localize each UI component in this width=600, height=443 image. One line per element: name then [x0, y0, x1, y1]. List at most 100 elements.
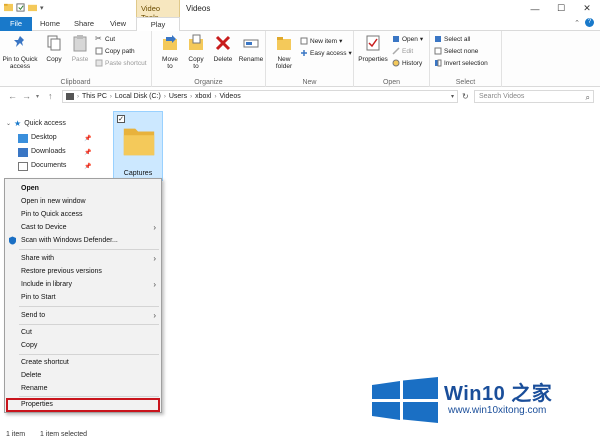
menu-item-restore-versions[interactable]: Restore previous versions — [5, 265, 161, 278]
forward-arrow-icon[interactable]: → — [22, 91, 31, 101]
delete-x-icon — [215, 35, 231, 51]
rename-icon — [243, 39, 259, 48]
breadcrumb-separator-icon: › — [190, 93, 193, 100]
folder-icon — [123, 128, 155, 156]
invert-selection-button[interactable]: Invert selection — [434, 59, 488, 67]
history-label: History — [402, 59, 423, 67]
paste-button[interactable]: Paste — [68, 34, 92, 63]
address-dropdown-icon[interactable]: ▾ — [451, 93, 454, 100]
tab-play[interactable]: Play — [136, 17, 180, 31]
maximize-button[interactable]: ☐ — [548, 0, 574, 17]
new-folder-button[interactable]: New folder — [270, 34, 298, 70]
breadcrumb-separator-icon: › — [109, 93, 112, 100]
delete-button[interactable]: Delete — [210, 34, 236, 63]
share-with-label: Share with — [21, 255, 55, 262]
breadcrumb-user[interactable]: xboxl — [195, 93, 211, 100]
breadcrumb-this-pc[interactable]: This PC — [82, 93, 107, 100]
status-bar: 1 item 1 item selected — [0, 428, 600, 443]
search-icon: ⌕ — [585, 93, 590, 102]
folder-item-captures[interactable]: ✓ Captures — [113, 111, 163, 181]
window-title: Videos — [186, 4, 211, 13]
breadcrumb-local-disk[interactable]: Local Disk (C:) — [115, 93, 161, 100]
sidebar-item-quick-access[interactable]: ⌄ ★ Quick access — [6, 118, 66, 130]
desktop-label: Desktop — [31, 134, 57, 141]
new-item-icon — [300, 37, 308, 45]
select-none-button[interactable]: Select none — [434, 47, 478, 55]
tab-file[interactable]: File — [0, 17, 32, 31]
back-arrow-icon[interactable]: ← — [8, 91, 17, 101]
pin-icon: 📌 — [84, 164, 92, 170]
breadcrumb-videos[interactable]: Videos — [219, 93, 240, 100]
minimize-button[interactable]: — — [522, 0, 548, 17]
history-button[interactable]: History — [392, 59, 422, 67]
sidebar-item-documents[interactable]: Documents — [18, 160, 66, 172]
breadcrumb-separator-icon: › — [77, 93, 79, 100]
menu-item-pin-quick-access[interactable]: Pin to Quick access — [5, 208, 161, 221]
clipboard-group: Pin to Quick access Copy Paste ✂ Cut Cop… — [0, 31, 152, 87]
menu-item-scan-defender[interactable]: Scan with Windows Defender... — [5, 234, 161, 247]
pin-icon: 📌 — [84, 136, 92, 142]
menu-item-properties[interactable]: Properties — [6, 398, 160, 412]
copy-to-button[interactable]: Copy to — [184, 34, 208, 70]
menu-item-share-with[interactable]: Share with › — [5, 252, 161, 265]
submenu-arrow-icon: › — [153, 223, 156, 232]
shield-icon — [9, 236, 16, 245]
menu-item-cut[interactable]: Cut — [5, 326, 161, 339]
search-input[interactable]: Search Videos ⌕ — [474, 90, 594, 103]
close-button[interactable]: ✕ — [574, 0, 600, 17]
select-all-button[interactable]: Select all — [434, 35, 470, 43]
easy-access-button[interactable]: Easy access ▾ — [300, 49, 352, 57]
menu-item-create-shortcut[interactable]: Create shortcut — [5, 356, 161, 369]
move-to-label-2: to — [167, 63, 173, 70]
properties-qa-icon[interactable] — [16, 3, 25, 12]
copy-button[interactable]: Copy — [42, 34, 66, 63]
new-folder-qa-icon[interactable] — [28, 3, 37, 12]
new-item-button[interactable]: New item ▾ — [300, 37, 342, 45]
menu-item-send-to[interactable]: Send to › — [5, 309, 161, 322]
menu-item-pin-start[interactable]: Pin to Start — [5, 291, 161, 304]
new-item-dropdown-icon: ▾ — [339, 38, 343, 45]
paste-shortcut-label: Paste shortcut — [105, 59, 147, 67]
menu-item-rename[interactable]: Rename — [5, 382, 161, 395]
copy-to-label-2: to — [193, 63, 199, 70]
new-group: New folder New item ▾ Easy access ▾ New — [266, 31, 354, 87]
tab-home[interactable]: Home — [34, 17, 66, 31]
refresh-icon[interactable]: ↻ — [462, 92, 469, 101]
open-button[interactable]: Open ▾ — [392, 35, 423, 43]
address-bar[interactable]: › This PC › Local Disk (C:) › Users › xb… — [62, 90, 458, 103]
up-arrow-icon[interactable]: ↑ — [48, 91, 53, 101]
menu-item-include-library[interactable]: Include in library › — [5, 278, 161, 291]
menu-item-cast-to-device[interactable]: Cast to Device › — [5, 221, 161, 234]
paste-shortcut-button[interactable]: Paste shortcut — [95, 59, 147, 67]
properties-ribbon-button[interactable]: Properties — [356, 34, 390, 63]
edit-button[interactable]: Edit — [392, 47, 413, 55]
context-menu: Open Open in new window Pin to Quick acc… — [4, 178, 162, 413]
folder-name: Captures — [123, 170, 153, 177]
move-to-button[interactable]: Move to — [158, 34, 182, 70]
copy-to-icon — [189, 34, 203, 50]
sidebar-item-desktop[interactable]: Desktop — [18, 132, 57, 144]
menu-item-open-new-window[interactable]: Open in new window — [5, 195, 161, 208]
copy-path-label: Copy path — [105, 47, 135, 55]
menu-item-delete[interactable]: Delete — [5, 369, 161, 382]
menu-item-open[interactable]: Open — [5, 182, 161, 195]
new-folder-label-1: New — [277, 56, 291, 63]
breadcrumb-users[interactable]: Users — [169, 93, 187, 100]
collapse-ribbon-icon[interactable]: ⌃ — [574, 19, 580, 27]
tab-share[interactable]: Share — [68, 17, 100, 31]
expand-chevron-icon: ⌄ — [6, 121, 12, 127]
menu-item-copy[interactable]: Copy — [5, 339, 161, 352]
submenu-arrow-icon: › — [153, 254, 156, 263]
documents-label: Documents — [31, 162, 67, 169]
paste-label: Paste — [71, 56, 89, 63]
cut-button[interactable]: ✂ Cut — [95, 35, 115, 43]
tab-view[interactable]: View — [102, 17, 134, 31]
help-icon[interactable]: ? — [585, 18, 594, 27]
rename-button[interactable]: Rename — [238, 34, 264, 63]
qa-dropdown-icon[interactable]: ▾ — [40, 4, 44, 12]
sidebar-item-downloads[interactable]: Downloads — [18, 146, 66, 158]
pin-to-quick-access-button[interactable]: Pin to Quick access — [2, 34, 38, 70]
copy-path-button[interactable]: Copy path — [95, 47, 135, 55]
easy-access-icon — [301, 50, 307, 56]
recent-dropdown-icon[interactable]: ▾ — [36, 93, 39, 100]
